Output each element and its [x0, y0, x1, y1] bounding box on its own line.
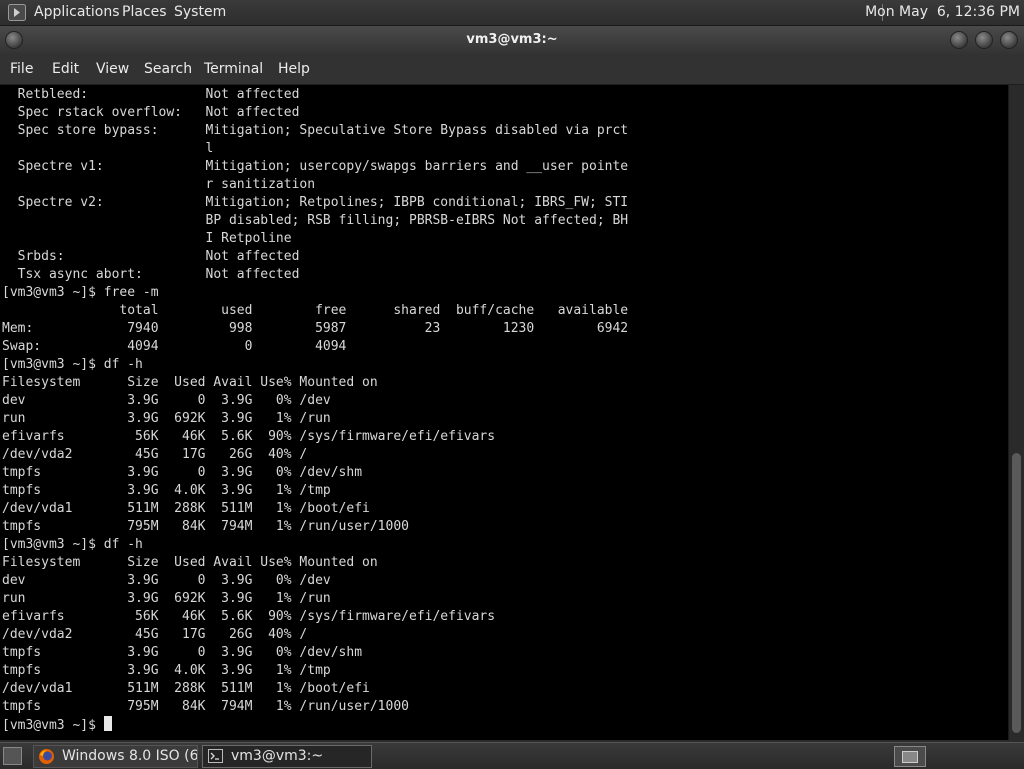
terminal-line: Filesystem Size Used Avail Use% Mounted … [2, 555, 378, 570]
terminal-line: run 3.9G 692K 3.9G 1% /run [2, 411, 331, 426]
terminal-line: Spec store bypass: Mitigation; Speculati… [2, 123, 629, 138]
terminal-area[interactable]: Retbleed: Not affected Spec rstack overf… [0, 85, 1008, 740]
show-desktop-icon[interactable] [3, 747, 22, 765]
text-cursor [103, 716, 112, 731]
workspace-1[interactable] [902, 751, 918, 763]
menu-search[interactable]: Search [144, 61, 192, 77]
menu-view[interactable]: View [96, 61, 129, 77]
terminal-scrollbar[interactable] [1008, 85, 1024, 740]
menu-help[interactable]: Help [278, 61, 310, 77]
minimize-button[interactable] [950, 31, 968, 49]
terminal-line: BP disabled; RSB filling; PBRSB-eIBRS No… [2, 213, 629, 228]
terminal-line: efivarfs 56K 46K 5.6K 90% /sys/firmware/… [2, 609, 496, 624]
terminal-icon [208, 749, 223, 763]
bottom-taskbar: Windows 8.0 ISO (6... vm3@vm3:~ [0, 742, 1024, 769]
terminal-line: Retbleed: Not affected [2, 87, 300, 102]
window-title: vm3@vm3:~ [466, 32, 558, 47]
terminal-line: [vm3@vm3 ~]$ df -h [2, 357, 143, 372]
terminal-prompt: [vm3@vm3 ~]$ [2, 718, 104, 733]
menu-edit[interactable]: Edit [52, 61, 79, 77]
terminal-line: tmpfs 795M 84K 794M 1% /run/user/1000 [2, 519, 409, 534]
main-menu-logo-icon[interactable] [8, 4, 26, 21]
terminal-line: run 3.9G 692K 3.9G 1% /run [2, 591, 331, 606]
taskbar-item-label: vm3@vm3:~ [231, 748, 324, 764]
applications-menu[interactable]: Applications [34, 4, 120, 21]
terminal-line: dev 3.9G 0 3.9G 0% /dev [2, 393, 331, 408]
menubar: File Edit View Search Terminal Help [0, 54, 1024, 85]
terminal-line: Swap: 4094 0 4094 [2, 339, 347, 354]
terminal-line: Spectre v1: Mitigation; usercopy/swapgs … [2, 159, 629, 174]
menu-terminal[interactable]: Terminal [204, 61, 263, 77]
terminal-line: Spec rstack overflow: Not affected [2, 105, 300, 120]
terminal-line: Filesystem Size Used Avail Use% Mounted … [2, 375, 378, 390]
top-panel: Applications Places System Mon May 6, 12… [0, 0, 1024, 26]
terminal-line: l [2, 141, 214, 156]
terminal-line: r sanitization [2, 177, 316, 192]
terminal-line: /dev/vda1 511M 288K 511M 1% /boot/efi [2, 681, 370, 696]
terminal-line: Tsx async abort: Not affected [2, 267, 300, 282]
maximize-button[interactable] [975, 31, 993, 49]
terminal-line: tmpfs 3.9G 4.0K 3.9G 1% /tmp [2, 663, 331, 678]
workspace-switcher[interactable] [894, 746, 926, 767]
terminal-line: Srbds: Not affected [2, 249, 300, 264]
clock[interactable]: Mon May 6, 12:36 PM [865, 4, 1020, 21]
taskbar-item-terminal[interactable]: vm3@vm3:~ [202, 745, 372, 768]
terminal-line: /dev/vda2 45G 17G 26G 40% / [2, 627, 308, 642]
terminal-line: [vm3@vm3 ~]$ free -m [2, 285, 159, 300]
scrollbar-thumb[interactable] [1012, 453, 1021, 733]
terminal-line: total used free shared buff/cache availa… [2, 303, 629, 318]
close-button[interactable] [1000, 31, 1018, 49]
terminal-line: tmpfs 3.9G 0 3.9G 0% /dev/shm [2, 645, 363, 660]
places-menu[interactable]: Places [122, 4, 167, 21]
terminal-line: Mem: 7940 998 5987 23 1230 6942 [2, 321, 629, 336]
terminal-line: /dev/vda2 45G 17G 26G 40% / [2, 447, 308, 462]
terminal-line: dev 3.9G 0 3.9G 0% /dev [2, 573, 331, 588]
firefox-icon [39, 749, 54, 764]
terminal-line: [vm3@vm3 ~]$ df -h [2, 537, 143, 552]
terminal-line: tmpfs 3.9G 0 3.9G 0% /dev/shm [2, 465, 363, 480]
menu-file[interactable]: File [10, 61, 33, 77]
window-titlebar[interactable]: vm3@vm3:~ [0, 26, 1024, 54]
terminal-line: /dev/vda1 511M 288K 511M 1% /boot/efi [2, 501, 370, 516]
terminal-line: efivarfs 56K 46K 5.6K 90% /sys/firmware/… [2, 429, 496, 444]
terminal-line: Spectre v2: Mitigation; Retpolines; IBPB… [2, 195, 629, 210]
terminal-line: tmpfs 795M 84K 794M 1% /run/user/1000 [2, 699, 409, 714]
taskbar-item-firefox[interactable]: Windows 8.0 ISO (6... [33, 745, 198, 768]
system-menu[interactable]: System [174, 4, 226, 21]
terminal-line: I Retpoline [2, 231, 292, 246]
terminal-output: Retbleed: Not affected Spec rstack overf… [0, 85, 1008, 735]
terminal-line: tmpfs 3.9G 4.0K 3.9G 1% /tmp [2, 483, 331, 498]
taskbar-item-label: Windows 8.0 ISO (6... [62, 748, 198, 764]
